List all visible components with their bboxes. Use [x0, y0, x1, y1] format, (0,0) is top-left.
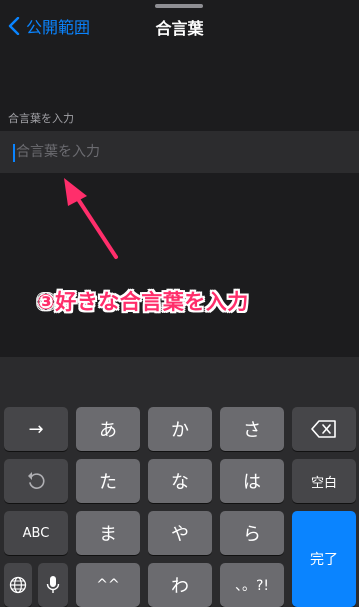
key-ha[interactable]: は	[220, 459, 284, 503]
undo-key[interactable]	[4, 459, 68, 503]
passphrase-input-row[interactable]	[0, 131, 359, 173]
key-na[interactable]: な	[148, 459, 212, 503]
undo-icon	[28, 472, 45, 489]
done-key[interactable]: 完了	[292, 511, 356, 607]
key-ta[interactable]: た	[76, 459, 140, 503]
key-wa[interactable]: わ	[148, 563, 212, 607]
globe-key[interactable]	[4, 563, 32, 607]
key-ma[interactable]: ま	[76, 511, 140, 555]
delete-key[interactable]	[292, 407, 356, 451]
section-label: 合言葉を入力	[8, 112, 74, 125]
key-arrow[interactable]: →	[4, 407, 68, 451]
globe-icon	[9, 576, 27, 594]
key-ya[interactable]: や	[148, 511, 212, 555]
page-title: 合言葉	[155, 19, 204, 38]
keyboard-suggestion-bar	[0, 357, 359, 401]
mic-icon	[46, 576, 60, 593]
key-dakuten[interactable]: ^^	[76, 563, 140, 607]
delete-icon	[311, 420, 336, 438]
keyboard: → あ か さ た な は 空白 ABC ま や ら 完了 ^^ わ 、。?!	[0, 401, 359, 607]
passphrase-input[interactable]	[16, 140, 336, 164]
key-a[interactable]: あ	[76, 407, 140, 451]
key-ra[interactable]: ら	[220, 511, 284, 555]
navigation-bar: 公開範囲 合言葉	[0, 8, 359, 42]
passphrase-screen: 公開範囲 合言葉 合言葉を入力 ③好きな合言葉を入力 → あ か さ	[0, 0, 359, 607]
key-sa[interactable]: さ	[220, 407, 284, 451]
space-key[interactable]: 空白	[292, 459, 356, 503]
text-caret	[13, 144, 15, 162]
mic-key[interactable]	[38, 563, 68, 607]
key-ka[interactable]: か	[148, 407, 212, 451]
key-punctuation[interactable]: 、。?!	[220, 563, 284, 607]
annotation-text: ③好きな合言葉を入力	[37, 290, 249, 314]
abc-key[interactable]: ABC	[4, 511, 68, 555]
